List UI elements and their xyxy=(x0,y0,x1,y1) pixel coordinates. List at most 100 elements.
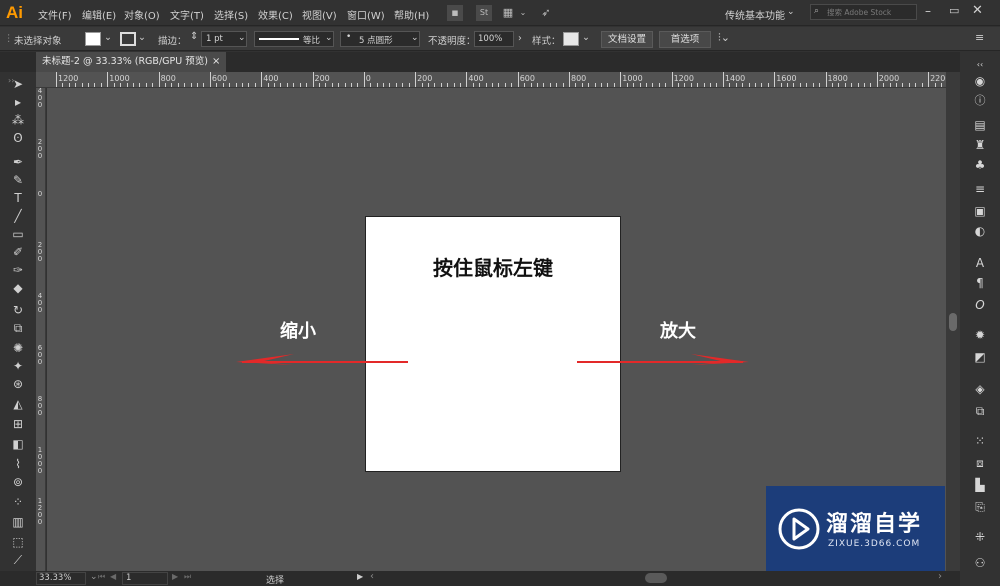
stepper-icon[interactable]: ⇕ xyxy=(190,31,198,42)
brush-select[interactable]: • 5 点圆形 ⌄ xyxy=(340,31,420,47)
symbol-sprayer-tool-icon[interactable]: ⁘ xyxy=(8,494,28,510)
menu-view[interactable]: 视图(V) xyxy=(302,7,337,22)
menu-edit[interactable]: 编辑(E) xyxy=(82,7,116,22)
eraser-tool-icon[interactable]: ◆ xyxy=(8,280,28,296)
stroke-swatch[interactable] xyxy=(120,32,136,46)
chevron-down-icon[interactable]: ⌄ xyxy=(104,32,112,43)
menu-help[interactable]: 帮助(H) xyxy=(394,7,429,22)
character-panel-icon[interactable]: A xyxy=(970,254,990,272)
document-setup-button[interactable]: 文档设置 xyxy=(601,31,653,48)
menu-type[interactable]: 文字(T) xyxy=(170,7,204,22)
pathfinder-icon[interactable]: ⧈ xyxy=(970,454,990,472)
status-menu-icon[interactable]: ▶ xyxy=(357,572,363,581)
line-tool-icon[interactable]: ╱ xyxy=(8,208,28,224)
scroll-left-icon[interactable]: ‹ xyxy=(370,571,374,582)
menu-effect[interactable]: 效果(C) xyxy=(258,7,293,22)
graphic-style-swatch[interactable] xyxy=(563,32,579,46)
document-tab[interactable]: 未标题-2 @ 33.33% (RGB/GPU 预览) × xyxy=(36,52,226,72)
artboard-tool-icon[interactable]: ⬚ xyxy=(8,534,28,550)
preferences-button[interactable]: 首选项 xyxy=(659,31,711,48)
scale-tool-icon[interactable]: ⧉ xyxy=(8,320,28,336)
appearance-panel-icon[interactable]: ✹ xyxy=(970,326,990,344)
selection-tool-icon[interactable]: ➤ xyxy=(8,76,28,92)
type-tool-icon[interactable]: T xyxy=(8,190,28,206)
chevron-down-icon[interactable]: ⌄ xyxy=(90,572,98,582)
layers-panel-icon[interactable]: ◈ xyxy=(970,380,990,398)
fill-swatch[interactable] xyxy=(85,32,101,46)
puppet-warp-tool-icon[interactable]: ✦ xyxy=(8,358,28,374)
symbols-panel-icon[interactable]: ♣ xyxy=(970,156,990,174)
menu-file[interactable]: 文件(F) xyxy=(38,7,72,22)
chevron-down-icon[interactable]: ⌄ xyxy=(787,7,795,17)
opentype-panel-icon[interactable]: O xyxy=(970,296,990,314)
opacity-label[interactable]: 不透明度： xyxy=(428,33,476,47)
first-artboard-icon[interactable]: ⏮ xyxy=(98,572,105,582)
color-guide-icon[interactable]: ▤ xyxy=(970,116,990,134)
rotate-tool-icon[interactable]: ↻ xyxy=(8,302,28,318)
align-panel-icon[interactable]: ⁙ xyxy=(970,432,990,450)
workspace-switcher[interactable]: 传统基本功能 xyxy=(725,7,785,22)
blend-tool-icon[interactable]: ⊚ xyxy=(8,474,28,490)
stroke-profile-select[interactable]: 等比 ⌄ xyxy=(254,31,334,47)
paintbrush-tool-icon[interactable]: ✐ xyxy=(8,244,28,260)
transparency-panel-icon[interactable]: ◐ xyxy=(970,222,990,240)
minimize-button[interactable]: – xyxy=(925,4,931,18)
eyedropper-tool-icon[interactable]: ⌇ xyxy=(8,456,28,472)
info-panel-icon[interactable]: ⓘ xyxy=(970,92,990,110)
chevron-down-icon[interactable]: ⌄ xyxy=(582,32,590,43)
links-panel-icon[interactable]: ⚇ xyxy=(970,554,990,572)
direct-selection-tool-icon[interactable]: ▸ xyxy=(8,94,28,110)
graphic-styles-icon[interactable]: ◩ xyxy=(970,348,990,366)
gradient-tool-icon[interactable]: ◧ xyxy=(8,436,28,452)
arrange-documents-icon[interactable]: ▦ xyxy=(500,5,516,21)
stock-search-input[interactable]: ⌕ 搜索 Adobe Stock xyxy=(810,4,917,20)
chevron-right-icon[interactable]: › xyxy=(518,33,522,44)
stroke-panel-icon[interactable]: ≡ xyxy=(970,180,990,198)
lasso-tool-icon[interactable]: ʘ xyxy=(8,130,28,146)
menu-object[interactable]: 对象(O) xyxy=(124,7,160,22)
close-button[interactable]: ✕ xyxy=(972,3,983,18)
previous-artboard-icon[interactable]: ◀ xyxy=(110,572,116,581)
scroll-right-icon[interactable]: › xyxy=(938,571,942,582)
asset-export-icon[interactable]: ⎘ xyxy=(970,498,990,516)
paragraph-panel-icon[interactable]: ¶ xyxy=(970,274,990,292)
horizontal-scroll-thumb[interactable] xyxy=(645,573,667,583)
menu-window[interactable]: 窗口(W) xyxy=(347,7,385,22)
menu-select[interactable]: 选择(S) xyxy=(214,7,248,22)
mesh-tool-icon[interactable]: ⊞ xyxy=(8,416,28,432)
zoom-level-select[interactable]: 33.33% xyxy=(36,572,86,585)
gradient-panel-icon[interactable]: ▣ xyxy=(970,202,990,220)
gpu-rocket-icon[interactable]: ➶ xyxy=(538,5,554,21)
shape-builder-tool-icon[interactable]: ⊛ xyxy=(8,376,28,392)
warp-tool-icon[interactable]: ✺ xyxy=(8,340,28,356)
artboard-number-select[interactable]: 1 xyxy=(122,572,168,585)
color-panel-icon[interactable]: ◉ xyxy=(970,72,990,90)
artboards-panel-icon[interactable]: ⧉ xyxy=(970,402,990,420)
rectangle-tool-icon[interactable]: ▭ xyxy=(8,226,28,242)
restore-button[interactable]: ▭ xyxy=(949,4,959,17)
close-tab-icon[interactable]: × xyxy=(212,52,220,72)
stock-icon[interactable]: St xyxy=(476,5,492,21)
curvature-tool-icon[interactable]: ✎ xyxy=(8,172,28,188)
column-graph-tool-icon[interactable]: ▥ xyxy=(8,514,28,530)
opacity-input[interactable]: 100% xyxy=(474,31,514,47)
shaper-tool-icon[interactable]: ✑ xyxy=(8,262,28,278)
pen-tool-icon[interactable]: ✒ xyxy=(8,154,28,170)
vertical-scrollbar[interactable] xyxy=(946,72,960,571)
stroke-weight-input[interactable]: 1 pt ⌄ xyxy=(201,31,247,47)
last-artboard-icon[interactable]: ⏭ xyxy=(184,572,191,582)
chevron-down-icon[interactable]: ⌄ xyxy=(138,32,146,43)
libraries-panel-icon[interactable]: ⁜ xyxy=(970,528,990,546)
brushes-panel-icon[interactable]: ♜ xyxy=(970,136,990,154)
align-icon[interactable]: ⫶⌄ xyxy=(718,31,730,45)
scroll-thumb[interactable] xyxy=(949,313,957,331)
perspective-grid-tool-icon[interactable]: ◭ xyxy=(8,396,28,412)
magic-wand-tool-icon[interactable]: ⁂ xyxy=(8,112,28,128)
slice-tool-icon[interactable]: ⟋ xyxy=(8,552,28,568)
panel-menu-icon[interactable]: ≡ xyxy=(975,31,984,44)
chevron-down-icon[interactable]: ⌄ xyxy=(515,5,531,21)
next-artboard-icon[interactable]: ▶ xyxy=(172,572,178,581)
bridge-icon[interactable]: ▪ xyxy=(447,5,463,21)
transform-panel-icon[interactable]: ▙ xyxy=(970,476,990,494)
stroke-label[interactable]: 描边： xyxy=(158,33,187,47)
